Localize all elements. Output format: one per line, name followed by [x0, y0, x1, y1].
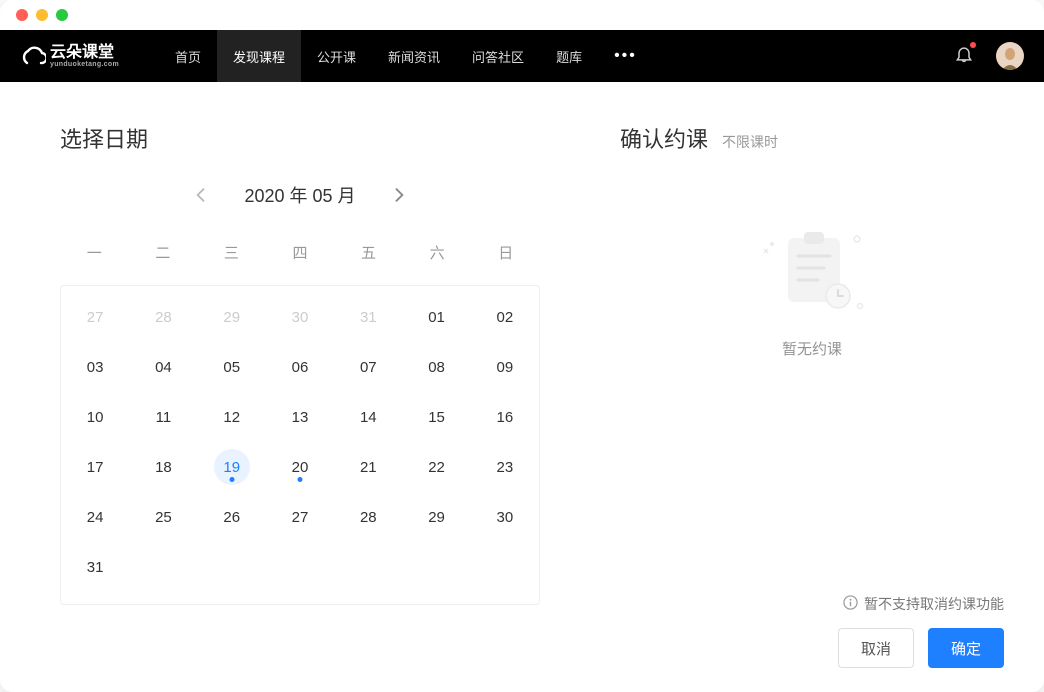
event-dot-icon	[297, 477, 302, 482]
calendar-day[interactable]: 11	[129, 392, 197, 442]
calendar-day[interactable]: 06	[266, 342, 334, 392]
traffic-min-icon[interactable]	[36, 9, 48, 21]
calendar-day[interactable]: 07	[334, 342, 402, 392]
calendar-day: 27	[61, 292, 129, 342]
calendar-day: 29	[198, 292, 266, 342]
calendar-day[interactable]: 17	[61, 442, 129, 492]
weekday-label: 二	[129, 232, 198, 273]
notification-bell-icon[interactable]	[954, 44, 974, 69]
calendar-day[interactable]: 14	[334, 392, 402, 442]
calendar-day[interactable]: 15	[402, 392, 470, 442]
calendar-day[interactable]: 09	[471, 342, 539, 392]
traffic-max-icon[interactable]	[56, 9, 68, 21]
calendar-day[interactable]: 29	[402, 492, 470, 542]
calendar-day[interactable]: 31	[61, 542, 129, 592]
calendar-day[interactable]: 03	[61, 342, 129, 392]
nav-item-5[interactable]: 题库	[540, 30, 598, 82]
calendar-day[interactable]: 20	[266, 442, 334, 492]
weekday-label: 日	[471, 232, 540, 273]
empty-text: 暂无约课	[782, 338, 842, 359]
calendar-day[interactable]: 23	[471, 442, 539, 492]
logo-subtext: yunduoketang.com	[50, 61, 119, 68]
nav-more-icon[interactable]: •••	[598, 47, 653, 65]
confirm-title: 确认约课	[620, 122, 708, 154]
confirm-button[interactable]: 确定	[928, 628, 1004, 668]
calendar-day[interactable]: 24	[61, 492, 129, 542]
calendar-day[interactable]: 19	[198, 442, 266, 492]
calendar-day[interactable]: 27	[266, 492, 334, 542]
warning-text: 暂不支持取消约课功能	[864, 594, 1004, 614]
calendar-grid: 2728293031010203040506070809101112131415…	[61, 292, 539, 592]
calendar-day: 30	[266, 292, 334, 342]
calendar-day[interactable]: 25	[129, 492, 197, 542]
calendar-day[interactable]: 01	[402, 292, 470, 342]
event-dot-icon	[229, 477, 234, 482]
date-panel-title: 选择日期	[60, 122, 540, 154]
empty-state: 暂无约课	[620, 224, 1004, 359]
calendar-day[interactable]: 18	[129, 442, 197, 492]
calendar-header: 2020 年 05 月	[60, 182, 540, 208]
confirm-panel: 确认约课 不限课时	[540, 122, 1004, 668]
navbar: 云朵课堂 yunduoketang.com 首页发现课程公开课新闻资讯问答社区题…	[0, 30, 1044, 82]
calendar-day[interactable]: 10	[61, 392, 129, 442]
app-window: 云朵课堂 yunduoketang.com 首页发现课程公开课新闻资讯问答社区题…	[0, 0, 1044, 692]
nav-item-4[interactable]: 问答社区	[456, 30, 540, 82]
weekday-row: 一二三四五六日	[60, 232, 540, 273]
titlebar	[0, 0, 1044, 30]
warning-row: 暂不支持取消约课功能	[843, 594, 1004, 614]
nav-item-2[interactable]: 公开课	[301, 30, 372, 82]
nav-items: 首页发现课程公开课新闻资讯问答社区题库	[159, 30, 598, 82]
traffic-close-icon[interactable]	[16, 9, 28, 21]
calendar-day[interactable]: 04	[129, 342, 197, 392]
avatar[interactable]	[996, 42, 1024, 70]
calendar-day[interactable]: 26	[198, 492, 266, 542]
weekday-label: 四	[266, 232, 335, 273]
empty-clipboard-icon	[752, 224, 872, 324]
info-icon	[843, 595, 858, 613]
prev-month-button[interactable]	[190, 185, 210, 205]
calendar-day[interactable]: 30	[471, 492, 539, 542]
logo-text: 云朵课堂	[50, 45, 119, 61]
weekday-label: 一	[60, 232, 129, 273]
calendar-day[interactable]: 28	[334, 492, 402, 542]
cloud-icon	[20, 45, 46, 67]
nav-item-0[interactable]: 首页	[159, 30, 217, 82]
calendar-day[interactable]: 22	[402, 442, 470, 492]
nav-item-3[interactable]: 新闻资讯	[372, 30, 456, 82]
calendar-day[interactable]: 08	[402, 342, 470, 392]
calendar-day[interactable]: 13	[266, 392, 334, 442]
nav-item-1[interactable]: 发现课程	[217, 30, 301, 82]
logo[interactable]: 云朵课堂 yunduoketang.com	[20, 45, 119, 68]
calendar-day[interactable]: 21	[334, 442, 402, 492]
calendar-day[interactable]: 16	[471, 392, 539, 442]
calendar-day[interactable]: 02	[471, 292, 539, 342]
calendar-grid-wrap: 2728293031010203040506070809101112131415…	[60, 285, 540, 605]
notification-dot-icon	[970, 42, 976, 48]
weekday-label: 三	[197, 232, 266, 273]
calendar-day: 31	[334, 292, 402, 342]
weekday-label: 五	[334, 232, 403, 273]
weekday-label: 六	[403, 232, 472, 273]
calendar-day[interactable]: 05	[198, 342, 266, 392]
next-month-button[interactable]	[390, 185, 410, 205]
cancel-button[interactable]: 取消	[838, 628, 914, 668]
calendar-day: 28	[129, 292, 197, 342]
month-label: 2020 年 05 月	[244, 182, 355, 208]
calendar-day[interactable]: 12	[198, 392, 266, 442]
date-panel: 选择日期 2020 年 05 月 一二三四五六日 272829303101020…	[60, 122, 540, 668]
confirm-subtitle: 不限课时	[722, 132, 778, 152]
